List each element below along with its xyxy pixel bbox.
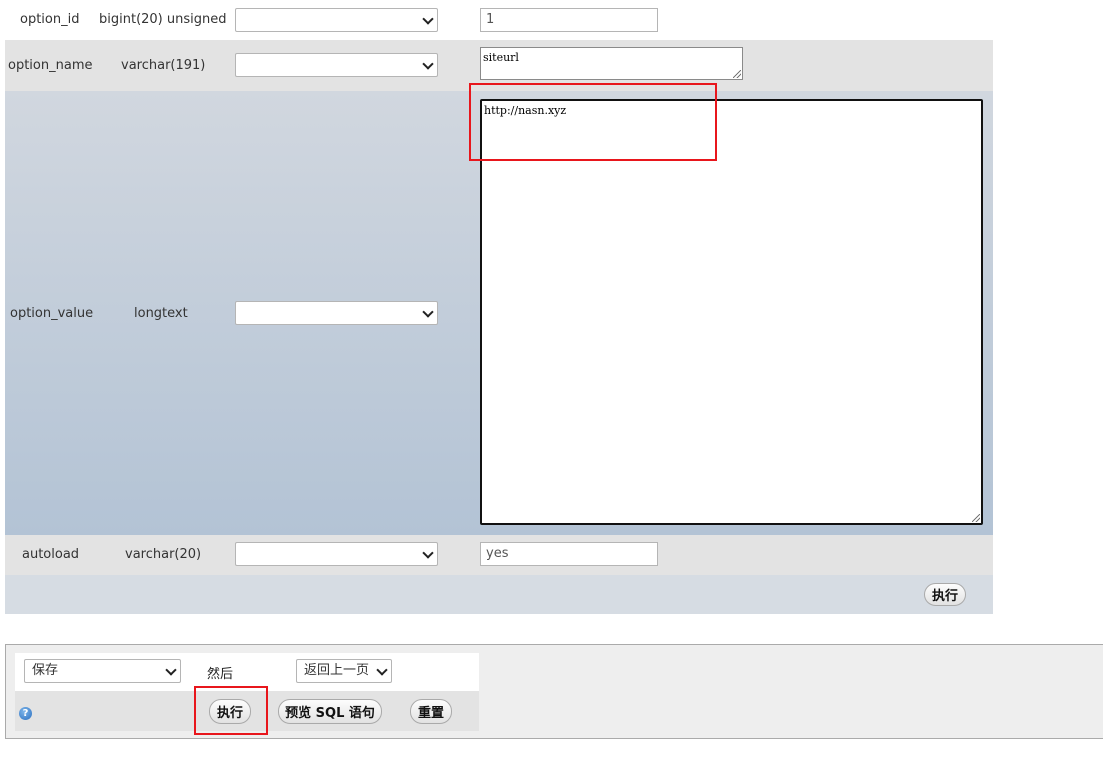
- preview-sql-button[interactable]: 预览 SQL 语句: [278, 699, 382, 724]
- field-type-option-id: bigint(20) unsigned: [99, 12, 227, 27]
- function-select-option-name[interactable]: [235, 53, 438, 77]
- after-insert-action-select[interactable]: 保存: [24, 659, 181, 683]
- value-input-autoload[interactable]: yes: [480, 542, 658, 566]
- highlight-box-value: [469, 83, 717, 161]
- value-text: siteurl: [483, 51, 519, 64]
- after-select-value: 返回上一页: [304, 663, 370, 678]
- chevron-down-icon: [422, 306, 434, 318]
- then-label: 然后: [207, 667, 234, 682]
- resize-grip-icon[interactable]: [972, 514, 980, 522]
- function-select-option-id[interactable]: [235, 8, 438, 32]
- resize-grip-icon[interactable]: [733, 70, 741, 78]
- go-button-form[interactable]: 执行: [924, 583, 966, 606]
- field-name-option-id: option_id: [20, 12, 80, 27]
- field-name-option-value: option_value: [10, 306, 94, 321]
- value-input-option-id[interactable]: 1: [480, 8, 658, 32]
- function-select-autoload[interactable]: [235, 542, 438, 566]
- function-select-option-value[interactable]: [235, 301, 438, 325]
- help-icon[interactable]: ?: [19, 707, 32, 720]
- action-select-value: 保存: [32, 663, 59, 678]
- highlight-box-go: [194, 686, 268, 735]
- chevron-down-icon: [165, 664, 177, 676]
- chevron-down-icon: [422, 58, 434, 70]
- value-textarea-option-value[interactable]: http://nasn.xyz: [480, 99, 983, 525]
- chevron-down-icon: [422, 13, 434, 25]
- field-type-autoload: varchar(20): [125, 547, 202, 562]
- field-name-option-name: option_name: [8, 58, 93, 73]
- reset-button[interactable]: 重置: [410, 699, 452, 724]
- field-name-autoload: autoload: [22, 547, 80, 562]
- chevron-down-icon: [422, 547, 434, 559]
- value-textarea-option-name[interactable]: siteurl: [480, 47, 743, 80]
- after-action-select[interactable]: 返回上一页: [296, 659, 392, 683]
- field-type-option-name: varchar(191): [121, 58, 206, 73]
- field-type-option-value: longtext: [134, 306, 188, 321]
- chevron-down-icon: [376, 664, 388, 676]
- form-footer-row: [5, 575, 993, 614]
